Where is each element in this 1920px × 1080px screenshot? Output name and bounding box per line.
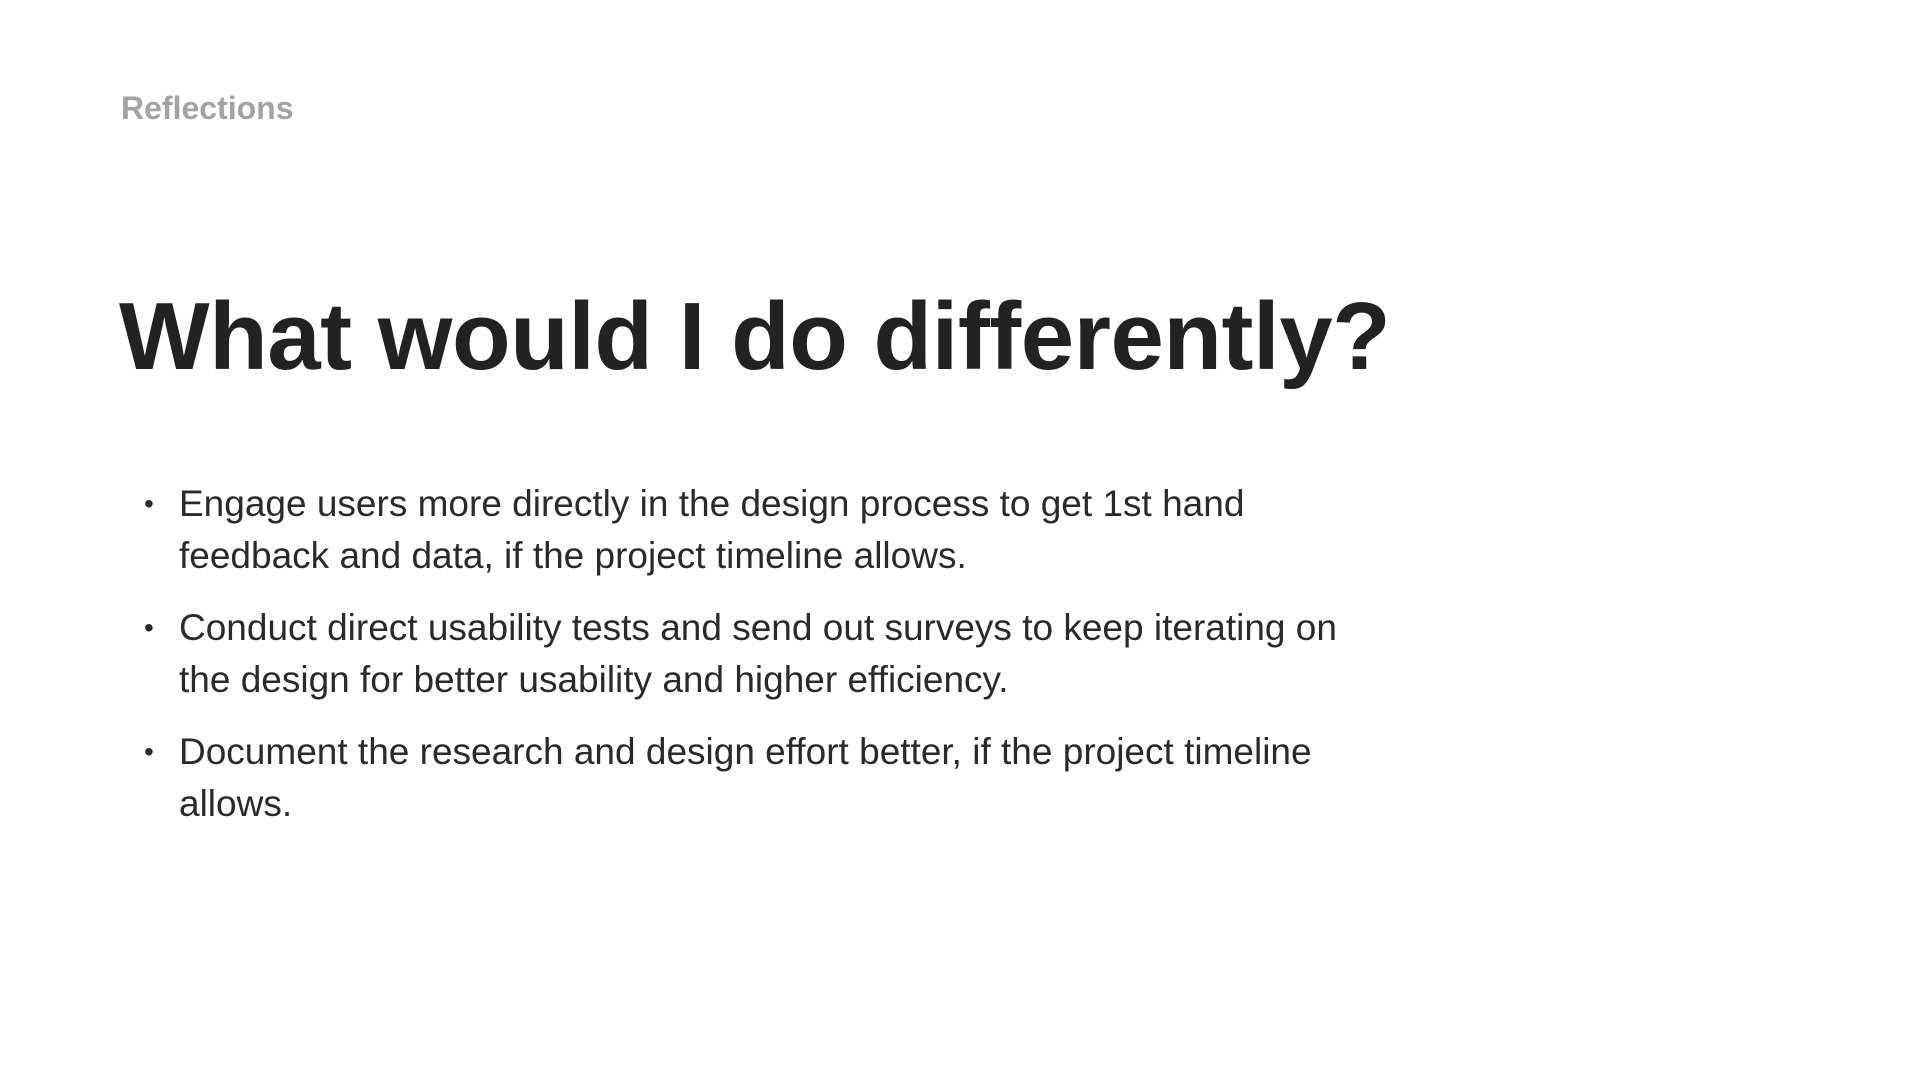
bullet-marker: •	[144, 488, 154, 519]
bullet-marker: •	[144, 612, 154, 643]
slide-title: What would I do differently?	[119, 283, 1391, 390]
bullet-item: • Document the research and design effor…	[140, 726, 1360, 830]
bullet-marker: •	[144, 736, 154, 767]
bullet-item: • Engage users more directly in the desi…	[140, 478, 1360, 582]
bullet-text: Engage users more directly in the design…	[179, 483, 1245, 576]
section-label: Reflections	[121, 90, 294, 126]
bullet-text: Document the research and design effort …	[179, 731, 1312, 824]
bullet-text: Conduct direct usability tests and send …	[179, 607, 1337, 700]
bullet-item: • Conduct direct usability tests and sen…	[140, 602, 1360, 706]
slide: Reflections What would I do differently?…	[0, 0, 1920, 1080]
bullet-list: • Engage users more directly in the desi…	[140, 478, 1360, 850]
